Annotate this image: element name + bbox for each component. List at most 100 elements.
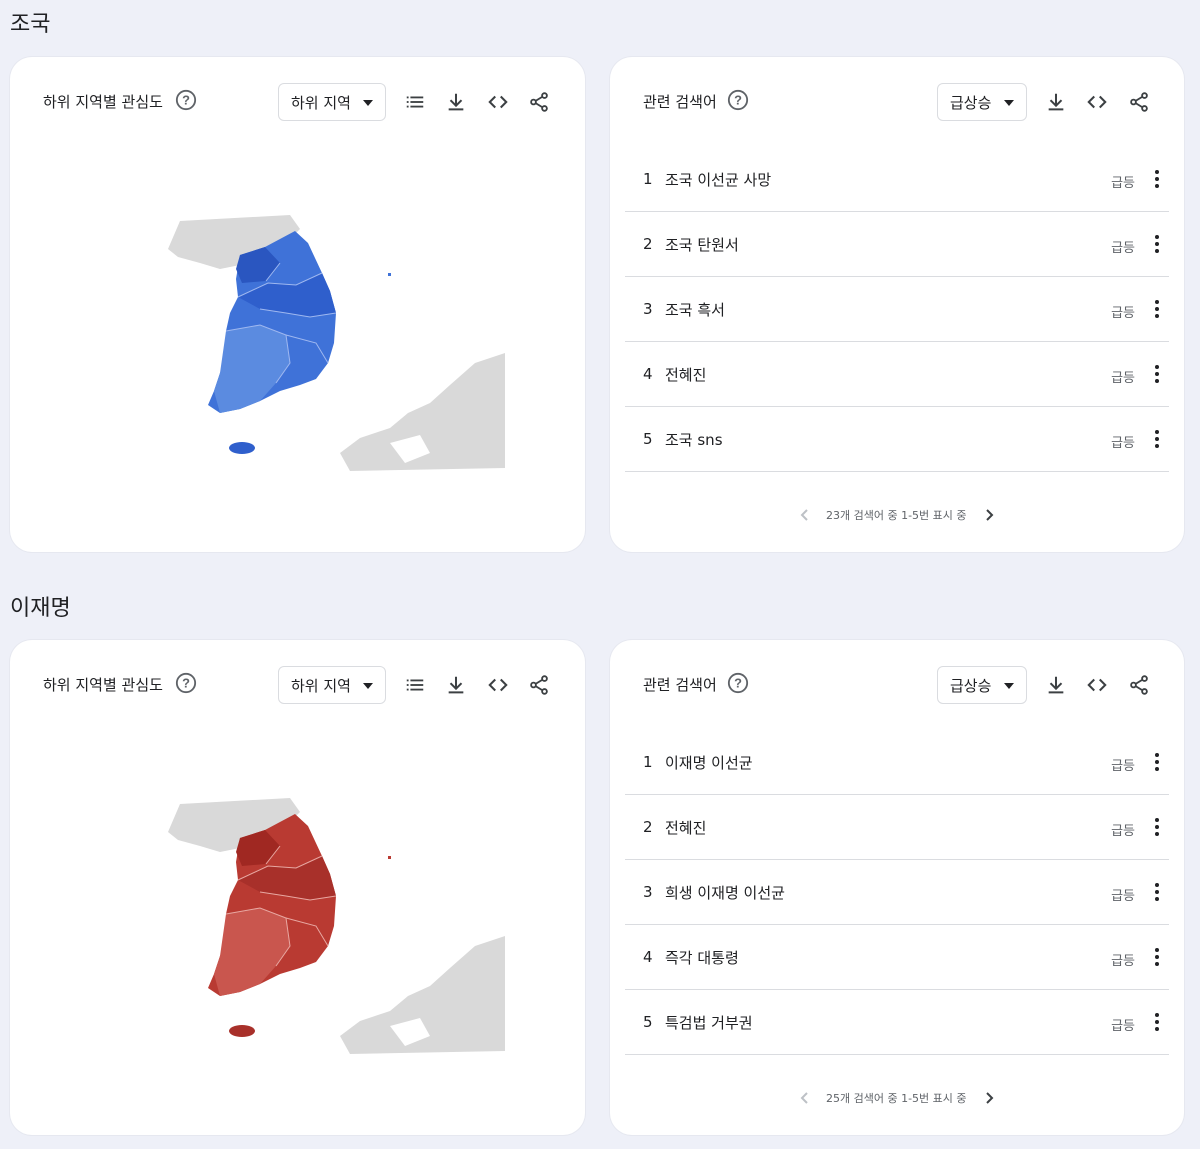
query-term[interactable]: 이재명 이선균 [665,752,753,773]
rising-badge: 급등 [1111,824,1135,839]
svg-text:?: ? [182,93,190,108]
query-row[interactable]: 5 특검법 거부권 급등 [625,990,1169,1055]
related-queries-card: 관련 검색어 ? 급상승 1 조국 이선균 사망 급등 2 조국 탄원서 급등 … [610,57,1184,552]
more-vert-icon[interactable] [1151,232,1163,256]
embed-icon[interactable] [1086,674,1108,696]
query-term[interactable]: 전혜진 [665,364,706,385]
rising-badge: 급등 [1111,241,1135,256]
query-row[interactable]: 2 전혜진 급등 [625,795,1169,860]
more-vert-icon[interactable] [1151,362,1163,386]
card-header: 관련 검색어 ? 급상승 [610,666,1184,704]
help-icon[interactable]: ? [175,89,197,111]
embed-icon[interactable] [1086,91,1108,113]
share-icon[interactable] [1128,91,1150,113]
download-icon[interactable] [445,91,467,113]
more-vert-icon[interactable] [1151,815,1163,839]
chevron-right-icon[interactable] [982,1090,996,1106]
rising-badge: 급등 [1111,371,1135,386]
rising-dropdown[interactable]: 급상승 [937,83,1027,121]
more-vert-icon[interactable] [1151,750,1163,774]
related-queries-card: 관련 검색어 ? 급상승 1 이재명 이선균 급등 2 전혜진 급등 3 희생 … [610,640,1184,1135]
query-term[interactable]: 전혜진 [665,817,706,838]
more-vert-icon[interactable] [1151,1010,1163,1034]
region-shape [214,908,290,996]
chevron-right-icon[interactable] [982,507,996,523]
help-icon[interactable]: ? [727,672,749,694]
pagination: 25개 검색어 중 1-5번 표시 중 [610,1088,1184,1108]
card-title: 관련 검색어 [643,676,717,694]
region-shape [214,325,290,413]
share-icon[interactable] [528,674,550,696]
card-title: 하위 지역별 관심도 [43,93,163,111]
query-rank: 3 [643,300,653,318]
query-row[interactable]: 1 이재명 이선균 급등 [625,730,1169,795]
dokdo-shape [388,273,391,276]
download-icon[interactable] [1045,91,1067,113]
rising-badge: 급등 [1111,759,1135,774]
dokdo-shape [388,856,391,859]
chevron-left-icon[interactable] [798,507,812,523]
pagination-label: 25개 검색어 중 1-5번 표시 중 [826,1092,967,1105]
korea-region-map [168,215,505,471]
embed-icon[interactable] [487,91,509,113]
query-term[interactable]: 특검법 거부권 [665,1012,753,1033]
more-vert-icon[interactable] [1151,297,1163,321]
caret-down-icon [1004,683,1014,689]
list-icon[interactable] [404,91,426,113]
rising-badge: 급등 [1111,436,1135,451]
card-header: 관련 검색어 ? 급상승 [610,83,1184,121]
section-title-1: 이재명 [10,596,71,621]
jeju-shape [229,1025,255,1037]
more-vert-icon[interactable] [1151,945,1163,969]
pagination-label: 23개 검색어 중 1-5번 표시 중 [826,509,967,522]
download-icon[interactable] [1045,674,1067,696]
query-term[interactable]: 조국 이선균 사망 [665,169,771,190]
more-vert-icon[interactable] [1151,880,1163,904]
query-row[interactable]: 4 전혜진 급등 [625,342,1169,407]
help-icon[interactable]: ? [175,672,197,694]
list-icon[interactable] [404,674,426,696]
svg-text:?: ? [734,676,742,691]
card-title: 관련 검색어 [643,93,717,111]
subregion-dropdown[interactable]: 하위 지역 [278,83,386,121]
dropdown-label: 하위 지역 [291,94,351,112]
rising-dropdown[interactable]: 급상승 [937,666,1027,704]
chevron-left-icon[interactable] [798,1090,812,1106]
query-row[interactable]: 1 조국 이선균 사망 급등 [625,147,1169,212]
download-icon[interactable] [445,674,467,696]
query-rank: 5 [643,430,653,448]
query-row[interactable]: 3 조국 흑서 급등 [625,277,1169,342]
query-rank: 4 [643,948,653,966]
svg-text:?: ? [734,93,742,108]
rising-badge: 급등 [1111,176,1135,191]
svg-text:?: ? [182,676,190,691]
query-term[interactable]: 희생 이재명 이선균 [665,882,785,903]
share-icon[interactable] [1128,674,1150,696]
more-vert-icon[interactable] [1151,167,1163,191]
subregion-dropdown[interactable]: 하위 지역 [278,666,386,704]
share-icon[interactable] [528,91,550,113]
query-row[interactable]: 3 희생 이재명 이선균 급등 [625,860,1169,925]
query-rank: 1 [643,753,653,771]
query-row[interactable]: 2 조국 탄원서 급등 [625,212,1169,277]
query-term[interactable]: 조국 sns [665,429,723,450]
jeju-shape [229,442,255,454]
caret-down-icon [1004,100,1014,106]
query-term[interactable]: 조국 흑서 [665,299,725,320]
query-rank: 3 [643,883,653,901]
query-rank: 2 [643,235,653,253]
dropdown-label: 급상승 [950,677,992,695]
query-term[interactable]: 조국 탄원서 [665,234,739,255]
dropdown-label: 하위 지역 [291,677,351,695]
help-icon[interactable]: ? [727,89,749,111]
map-card: 하위 지역별 관심도 ? 하위 지역 [10,57,585,552]
query-term[interactable]: 즉각 대통령 [665,947,739,968]
embed-icon[interactable] [487,674,509,696]
pagination: 23개 검색어 중 1-5번 표시 중 [610,505,1184,525]
more-vert-icon[interactable] [1151,427,1163,451]
map-card: 하위 지역별 관심도 ? 하위 지역 [10,640,585,1135]
query-row[interactable]: 5 조국 sns 급등 [625,407,1169,472]
caret-down-icon [363,683,373,689]
query-row[interactable]: 4 즉각 대통령 급등 [625,925,1169,990]
rising-badge: 급등 [1111,306,1135,321]
